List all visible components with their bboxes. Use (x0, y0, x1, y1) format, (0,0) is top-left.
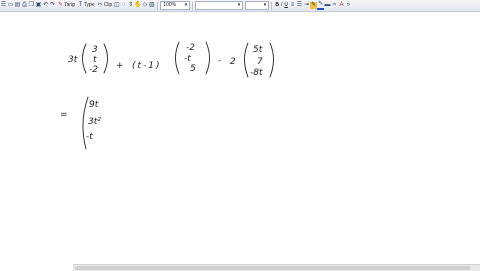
line-style-icon[interactable]: ┅ (331, 2, 338, 9)
minus-sign: - (218, 56, 221, 66)
bracket-right-v1 (103, 43, 108, 74)
type-tool-label: Type (83, 2, 95, 8)
coef3: 2 (230, 57, 236, 67)
result-entry-3: -t (86, 132, 93, 142)
toolbar-separator (192, 1, 194, 10)
undo-icon[interactable]: ↶ (42, 2, 49, 9)
type-icon: T (78, 2, 83, 8)
toolbar-separator (271, 1, 273, 10)
toolbar-separator (157, 1, 159, 10)
eraser-icon[interactable]: ◫ (113, 2, 120, 9)
v2-entry-1: -2 (186, 43, 195, 53)
chevron-down-icon: ▾ (184, 2, 188, 8)
pen-tool-button[interactable]: ✎ Tarig (56, 1, 76, 10)
print-icon[interactable]: ⎙ (21, 2, 28, 9)
more-icon[interactable]: » (345, 2, 352, 9)
bracket-right-v3 (269, 42, 274, 78)
equals-sign: = (60, 110, 68, 120)
chevron-down-icon: ▾ (263, 2, 267, 8)
plus-sign: + (116, 61, 124, 71)
pen-icon: ✎ (57, 2, 64, 8)
toolbar: ☰ ▭ ▤ ⎙ ❐ ▣ ↶ ↷ ✎ Tarig T Type ✂ Clip ◫ ◌ ⇕… (0, 0, 480, 12)
ink-canvas[interactable]: 3t 3 t -2 + (t-1) -2 -t 5 - 2 5t 7 -8t =… (0, 12, 480, 264)
v2-entry-3: 5 (190, 64, 196, 74)
result-entry-1: 9t (89, 100, 99, 110)
scrollbar-thumb[interactable] (75, 266, 470, 270)
save-icon[interactable]: ▤ (14, 2, 21, 9)
v1-entry-1: 3 (92, 45, 98, 55)
clip-icon: ✂ (97, 2, 103, 8)
redo-icon[interactable]: ↷ (49, 2, 56, 9)
numbering-icon[interactable]: ☰ (296, 2, 303, 9)
v3-entry-3: -8t (250, 68, 263, 78)
hand-icon[interactable]: ✋ (134, 2, 141, 9)
result-entry-2: 3t² (88, 117, 101, 127)
type-tool-button[interactable]: T Type (76, 1, 96, 10)
highlight-icon[interactable]: ✎ (309, 2, 317, 9)
text-color-icon[interactable]: A (338, 2, 345, 9)
font-size-select[interactable]: ▾ (245, 1, 270, 10)
copy-icon[interactable]: ❐ (28, 2, 35, 9)
handwriting: 3t 3 t -2 + (t-1) -2 -t 5 - 2 5t 7 -8t =… (60, 41, 274, 150)
open-icon[interactable]: ▭ (7, 2, 14, 9)
clip-tool-label: Clip (103, 2, 113, 8)
v3-entry-1: 5t (253, 45, 263, 55)
zoom-select[interactable]: 100% ▾ (160, 1, 191, 10)
chevron-down-icon: ▾ (237, 2, 241, 8)
font-family-select[interactable]: ▾ (195, 1, 244, 10)
zoom-value: 100% (163, 2, 177, 8)
pen-tool-label: Tarig (64, 2, 75, 8)
bracket-right-v2 (205, 41, 210, 75)
coef2: (t-1) (132, 61, 162, 71)
v1-entry-3: -2 (89, 65, 98, 75)
menu-icon[interactable]: ☰ (0, 2, 7, 9)
bullets-icon[interactable]: ≡ (289, 2, 296, 9)
pen-color-icon[interactable]: ✎ (316, 1, 324, 10)
shape-icon[interactable]: ◇ (141, 2, 148, 9)
coef1: 3t (68, 55, 78, 65)
clip-tool-button[interactable]: ✂ Clip (96, 1, 114, 10)
bracket-left-v2 (175, 41, 180, 75)
picture-icon[interactable]: ▧ (148, 2, 155, 9)
v3-entry-2: 7 (257, 57, 263, 67)
indent-icon[interactable]: ⇥ (303, 2, 310, 9)
v2-entry-2: -t (184, 54, 191, 64)
lasso-icon[interactable]: ◌ (120, 2, 127, 9)
bracket-left-v1 (82, 43, 87, 74)
line-width-icon[interactable]: ▬ (324, 2, 331, 9)
bracket-left-v3 (244, 42, 249, 78)
paste-icon[interactable]: ▣ (35, 2, 42, 9)
v1-entry-2: t (93, 55, 97, 65)
insert-space-icon[interactable]: ⇕ (127, 2, 134, 9)
